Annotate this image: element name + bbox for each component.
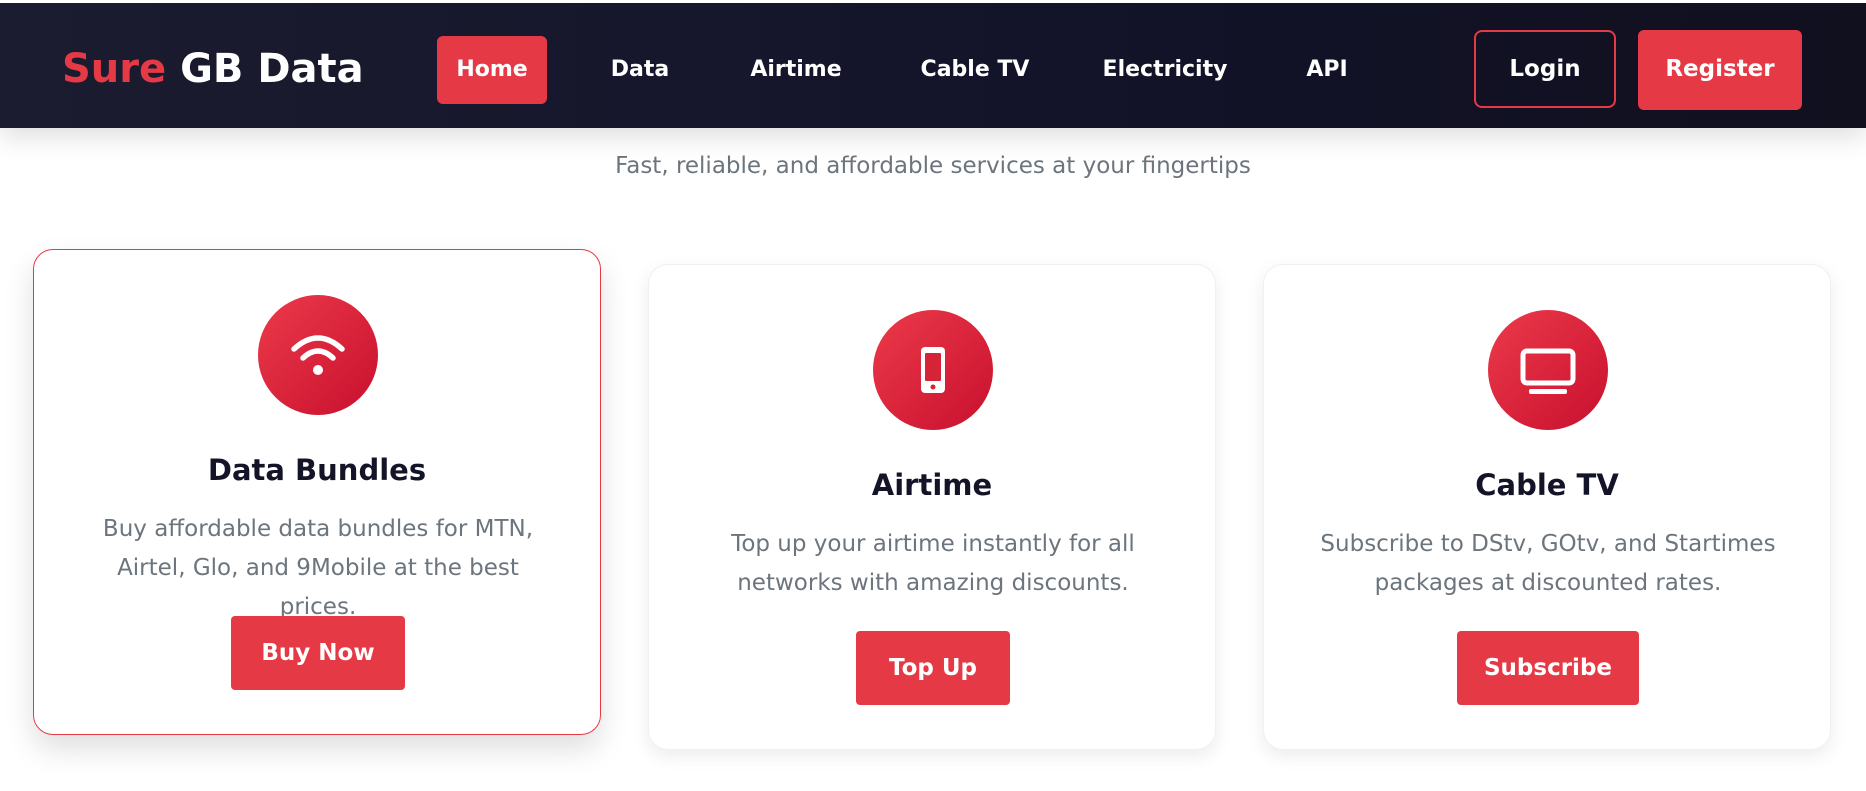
nav-data-link[interactable]: Data <box>592 36 688 104</box>
service-icon-badge <box>258 295 378 415</box>
service-description: Top up your airtime instantly for all ne… <box>731 531 1135 596</box>
mobile-phone-icon <box>921 347 945 393</box>
service-title: Cable TV <box>1475 468 1619 502</box>
top-up-button[interactable]: Top Up <box>856 631 1010 705</box>
buy-now-button[interactable]: Buy Now <box>231 616 405 690</box>
wifi-icon <box>291 335 345 375</box>
service-card-data-bundles: Data Bundles Buy affordable data bundles… <box>33 249 601 735</box>
logo-accent-text: Sure <box>62 46 167 92</box>
service-description: Buy affordable data bundles for MTN, Air… <box>102 516 534 620</box>
nav-cable-tv-link[interactable]: Cable TV <box>910 36 1040 104</box>
nav-airtime-link[interactable]: Airtime <box>740 36 852 104</box>
nav-api-link[interactable]: API <box>1292 36 1362 104</box>
tv-icon <box>1520 348 1576 394</box>
service-title: Airtime <box>871 468 993 502</box>
nav-electricity-link[interactable]: Electricity <box>1100 36 1230 104</box>
subscribe-button[interactable]: Subscribe <box>1457 631 1639 705</box>
register-button[interactable]: Register <box>1638 30 1802 110</box>
service-icon-badge <box>873 310 993 430</box>
top-navbar: Sure GB Data Home Data Airtime Cable TV … <box>0 0 1866 128</box>
site-logo[interactable]: Sure GB Data <box>62 45 364 93</box>
nav-home-link[interactable]: Home <box>437 36 547 104</box>
hero-subtitle: Fast, reliable, and affordable services … <box>615 153 1251 179</box>
service-description: Subscribe to DStv, GOtv, and Startimes p… <box>1320 531 1776 596</box>
logo-main-text: GB Data <box>180 46 364 92</box>
service-icon-badge <box>1488 310 1608 430</box>
login-button[interactable]: Login <box>1474 30 1616 108</box>
service-title: Data Bundles <box>207 453 427 487</box>
service-card-airtime: Airtime Top up your airtime instantly fo… <box>648 264 1216 750</box>
service-card-cable-tv: Cable TV Subscribe to DStv, GOtv, and St… <box>1263 264 1831 750</box>
